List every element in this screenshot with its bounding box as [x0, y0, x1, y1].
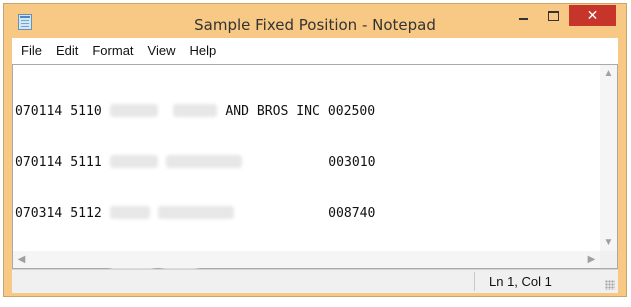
redacted-text — [173, 104, 218, 117]
line-amount: 008740 — [328, 206, 376, 221]
maximize-button[interactable] — [539, 5, 567, 26]
redacted-text — [109, 206, 150, 219]
status-divider — [474, 272, 475, 291]
scroll-left-icon[interactable]: ◀ — [13, 251, 30, 268]
menu-view[interactable]: View — [141, 38, 183, 64]
redacted-text — [109, 104, 158, 117]
text-line: 070314 5112 008740 — [15, 205, 600, 222]
cursor-position: Ln 1, Col 1 — [489, 274, 552, 289]
line-amount: 003010 — [328, 155, 376, 170]
menu-help[interactable]: Help — [182, 38, 223, 64]
line-amount: 002500 — [327, 104, 376, 119]
vertical-scrollbar[interactable]: ▲ ▼ — [600, 65, 617, 251]
maximize-icon — [547, 10, 559, 21]
horizontal-scrollbar[interactable]: ◀ ▶ — [13, 251, 600, 268]
document-text[interactable]: 070114 5110 AND BROS INC 002500 070114 5… — [15, 69, 600, 272]
status-bar: Ln 1, Col 1 — [12, 269, 618, 293]
line-id: 5112 — [70, 206, 102, 221]
line-date: 070114 — [15, 155, 63, 170]
menu-edit[interactable]: Edit — [49, 38, 85, 64]
scroll-down-icon[interactable]: ▼ — [600, 234, 617, 251]
redacted-text — [165, 155, 242, 168]
text-editor[interactable]: 070114 5110 AND BROS INC 002500 070114 5… — [12, 64, 618, 272]
redacted-text — [157, 206, 234, 219]
line-date: 070314 — [15, 206, 63, 221]
menu-file[interactable]: File — [12, 38, 49, 64]
menu-bar: File Edit Format View Help — [12, 38, 618, 64]
text-line: 070114 5110 AND BROS INC 002500 — [15, 103, 600, 120]
redacted-text — [109, 155, 158, 168]
title-bar[interactable]: Sample Fixed Position - Notepad ✕ — [4, 4, 626, 38]
close-icon: ✕ — [586, 7, 599, 23]
line-name: AND BROS INC — [225, 104, 320, 119]
scrollbar-corner — [600, 251, 617, 268]
menu-format[interactable]: Format — [85, 38, 140, 64]
close-button[interactable]: ✕ — [569, 5, 616, 26]
scroll-right-icon[interactable]: ▶ — [583, 251, 600, 268]
line-date: 070114 — [15, 104, 63, 119]
text-line: 070114 5111 003010 — [15, 154, 600, 171]
line-id: 5110 — [70, 104, 102, 119]
resize-grip-icon[interactable] — [605, 280, 615, 290]
scroll-up-icon[interactable]: ▲ — [600, 65, 617, 82]
line-id: 5111 — [70, 155, 102, 170]
minimize-icon — [518, 18, 528, 20]
minimize-button[interactable] — [509, 5, 537, 26]
notepad-window: Sample Fixed Position - Notepad ✕ File E… — [3, 3, 627, 297]
